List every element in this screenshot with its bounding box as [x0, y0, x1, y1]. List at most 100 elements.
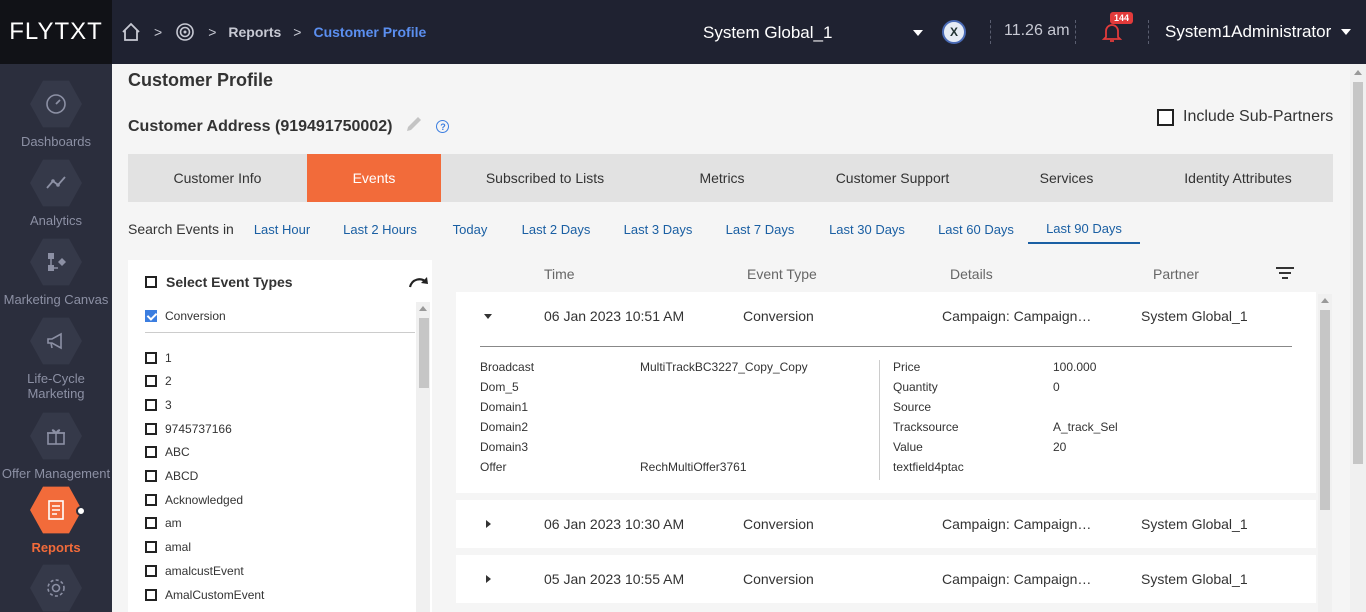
divider [1075, 20, 1076, 44]
x-app-icon[interactable]: X [942, 20, 966, 44]
home-icon[interactable] [120, 21, 142, 43]
event-type-label: 9745737166 [165, 422, 232, 436]
gift-icon [30, 412, 82, 460]
scrollbar-thumb[interactable] [1353, 82, 1363, 464]
event-type-checkbox[interactable] [145, 375, 157, 387]
tab-bar: Customer Info Events Subscribed to Lists… [128, 154, 1333, 202]
select-event-types[interactable]: Select Event Types [145, 274, 293, 290]
detail-value: 0 [1053, 380, 1060, 394]
scrollbar-thumb[interactable] [419, 318, 429, 388]
detail-key: Domain3 [480, 440, 529, 454]
range-last-60-days[interactable]: Last 60 Days [933, 214, 1019, 244]
event-type-checkbox[interactable] [145, 399, 157, 411]
range-last-30-days[interactable]: Last 30 Days [824, 214, 910, 244]
chevron-down-icon [913, 30, 923, 36]
expand-icon[interactable] [486, 520, 491, 528]
partner-select[interactable]: System Global_1 [703, 22, 923, 44]
event-type-item[interactable]: 9745737166 [145, 422, 232, 436]
range-last-3-days[interactable]: Last 3 Days [618, 214, 698, 244]
user-menu[interactable]: System1Administrator [1165, 22, 1352, 42]
table-row-expanded[interactable]: 06 Jan 2023 10:51 AM Conversion Campaign… [456, 292, 1316, 493]
speedometer-icon [30, 80, 82, 128]
event-type-item[interactable]: amalcustEvent [145, 564, 244, 578]
flytxt-logo[interactable]: FLYTXT [0, 0, 112, 64]
event-type-label: AmalCustomEvent [165, 588, 265, 602]
table-row[interactable]: 05 Jan 2023 10:55 AM Conversion Campaign… [456, 555, 1316, 603]
sidebar-item-settings[interactable] [0, 562, 112, 612]
scrollbar-thumb[interactable] [1320, 310, 1330, 510]
scroll-up-icon[interactable] [419, 306, 427, 311]
filter-scrollbar[interactable] [416, 302, 430, 612]
table-row[interactable]: 06 Jan 2023 10:30 AM Conversion Campaign… [456, 500, 1316, 548]
tab-identity-attributes[interactable]: Identity Attributes [1143, 154, 1333, 202]
event-type-label: 3 [165, 398, 172, 412]
range-last-7-days[interactable]: Last 7 Days [720, 214, 800, 244]
range-last-90-days[interactable]: Last 90 Days [1028, 214, 1140, 244]
event-type-checkbox[interactable] [145, 589, 157, 601]
sidebar-item-analytics[interactable]: Analytics [0, 157, 112, 228]
event-type-checkbox[interactable] [145, 470, 157, 482]
chevron-down-icon [1341, 29, 1352, 35]
tab-subscribed-to-lists[interactable]: Subscribed to Lists [441, 154, 649, 202]
divider [480, 346, 1292, 347]
filter-icon[interactable] [1275, 266, 1295, 280]
expand-icon[interactable] [486, 575, 491, 583]
redo-icon[interactable] [408, 274, 430, 290]
detail-key: textfield4ptac [893, 460, 964, 474]
event-type-item[interactable]: am [145, 516, 182, 530]
event-type-item[interactable]: 1 [145, 351, 172, 365]
event-type-label: ABCD [165, 469, 199, 483]
range-today[interactable]: Today [446, 214, 494, 244]
event-type-checkbox[interactable] [145, 541, 157, 553]
event-type-item[interactable]: 3 [145, 398, 172, 412]
help-icon[interactable]: ? [436, 120, 450, 133]
page-scrollbar[interactable] [1350, 64, 1366, 612]
event-type-item[interactable]: ABCD [145, 469, 198, 483]
event-type-checkbox[interactable] [145, 423, 157, 435]
report-icon [30, 486, 82, 534]
include-sub-partners-checkbox[interactable] [1157, 108, 1174, 126]
breadcrumb: > > Reports > Customer Profile [120, 18, 426, 46]
collapse-icon[interactable] [484, 314, 492, 319]
event-type-item[interactable]: Acknowledged [145, 493, 243, 507]
event-type-item[interactable]: amal [145, 540, 191, 554]
include-sub-partners[interactable]: Include Sub-Partners [1157, 108, 1333, 126]
event-type-checkbox[interactable] [145, 494, 157, 506]
sidebar-item-label: Life-Cycle Marketing [27, 371, 85, 401]
top-bar: FLYTXT > > Reports > Customer Profile Sy… [0, 0, 1366, 64]
sidebar: Dashboards Analytics Marketing Canvas Li… [0, 64, 112, 612]
tab-customer-support[interactable]: Customer Support [795, 154, 990, 202]
event-type-checkbox[interactable] [145, 352, 157, 364]
select-all-checkbox[interactable] [145, 276, 157, 288]
event-type-checkbox[interactable] [145, 565, 157, 577]
event-type-checkbox[interactable] [145, 446, 157, 458]
event-type-checkbox[interactable] [145, 517, 157, 529]
sidebar-item-lifecycle-marketing[interactable]: Life-Cycle Marketing [0, 315, 112, 401]
event-type-item[interactable]: AmalCustomEvent [145, 588, 264, 602]
target-icon[interactable] [174, 21, 196, 43]
range-last-2-hours[interactable]: Last 2 Hours [339, 214, 421, 244]
range-last-2-days[interactable]: Last 2 Days [516, 214, 596, 244]
event-type-item[interactable]: 2 [145, 374, 172, 388]
row-time: 05 Jan 2023 10:55 AM [544, 571, 685, 587]
event-type-checkbox[interactable] [145, 310, 157, 322]
scroll-up-icon[interactable] [1354, 70, 1362, 75]
range-last-hour[interactable]: Last Hour [248, 214, 316, 244]
scroll-up-icon[interactable] [1321, 298, 1329, 303]
tab-customer-info[interactable]: Customer Info [128, 154, 307, 202]
sidebar-item-dashboards[interactable]: Dashboards [0, 78, 112, 149]
sidebar-item-label: Dashboards [20, 134, 92, 149]
sidebar-item-reports[interactable]: Reports [0, 484, 112, 555]
tab-metrics[interactable]: Metrics [649, 154, 795, 202]
tab-services[interactable]: Services [990, 154, 1143, 202]
sidebar-item-offer-management[interactable]: Offer Management [0, 410, 112, 481]
event-type-item[interactable]: ABC [145, 445, 190, 459]
pencil-icon[interactable] [404, 114, 424, 139]
detail-value: A_track_Sel [1053, 420, 1118, 434]
sidebar-item-marketing-canvas[interactable]: Marketing Canvas [0, 236, 112, 307]
events-scrollbar[interactable] [1318, 294, 1332, 612]
tab-events[interactable]: Events [307, 154, 441, 202]
detail-key: Value [893, 440, 923, 454]
event-type-conversion[interactable]: Conversion [145, 309, 226, 323]
breadcrumb-reports[interactable]: Reports [228, 24, 281, 40]
